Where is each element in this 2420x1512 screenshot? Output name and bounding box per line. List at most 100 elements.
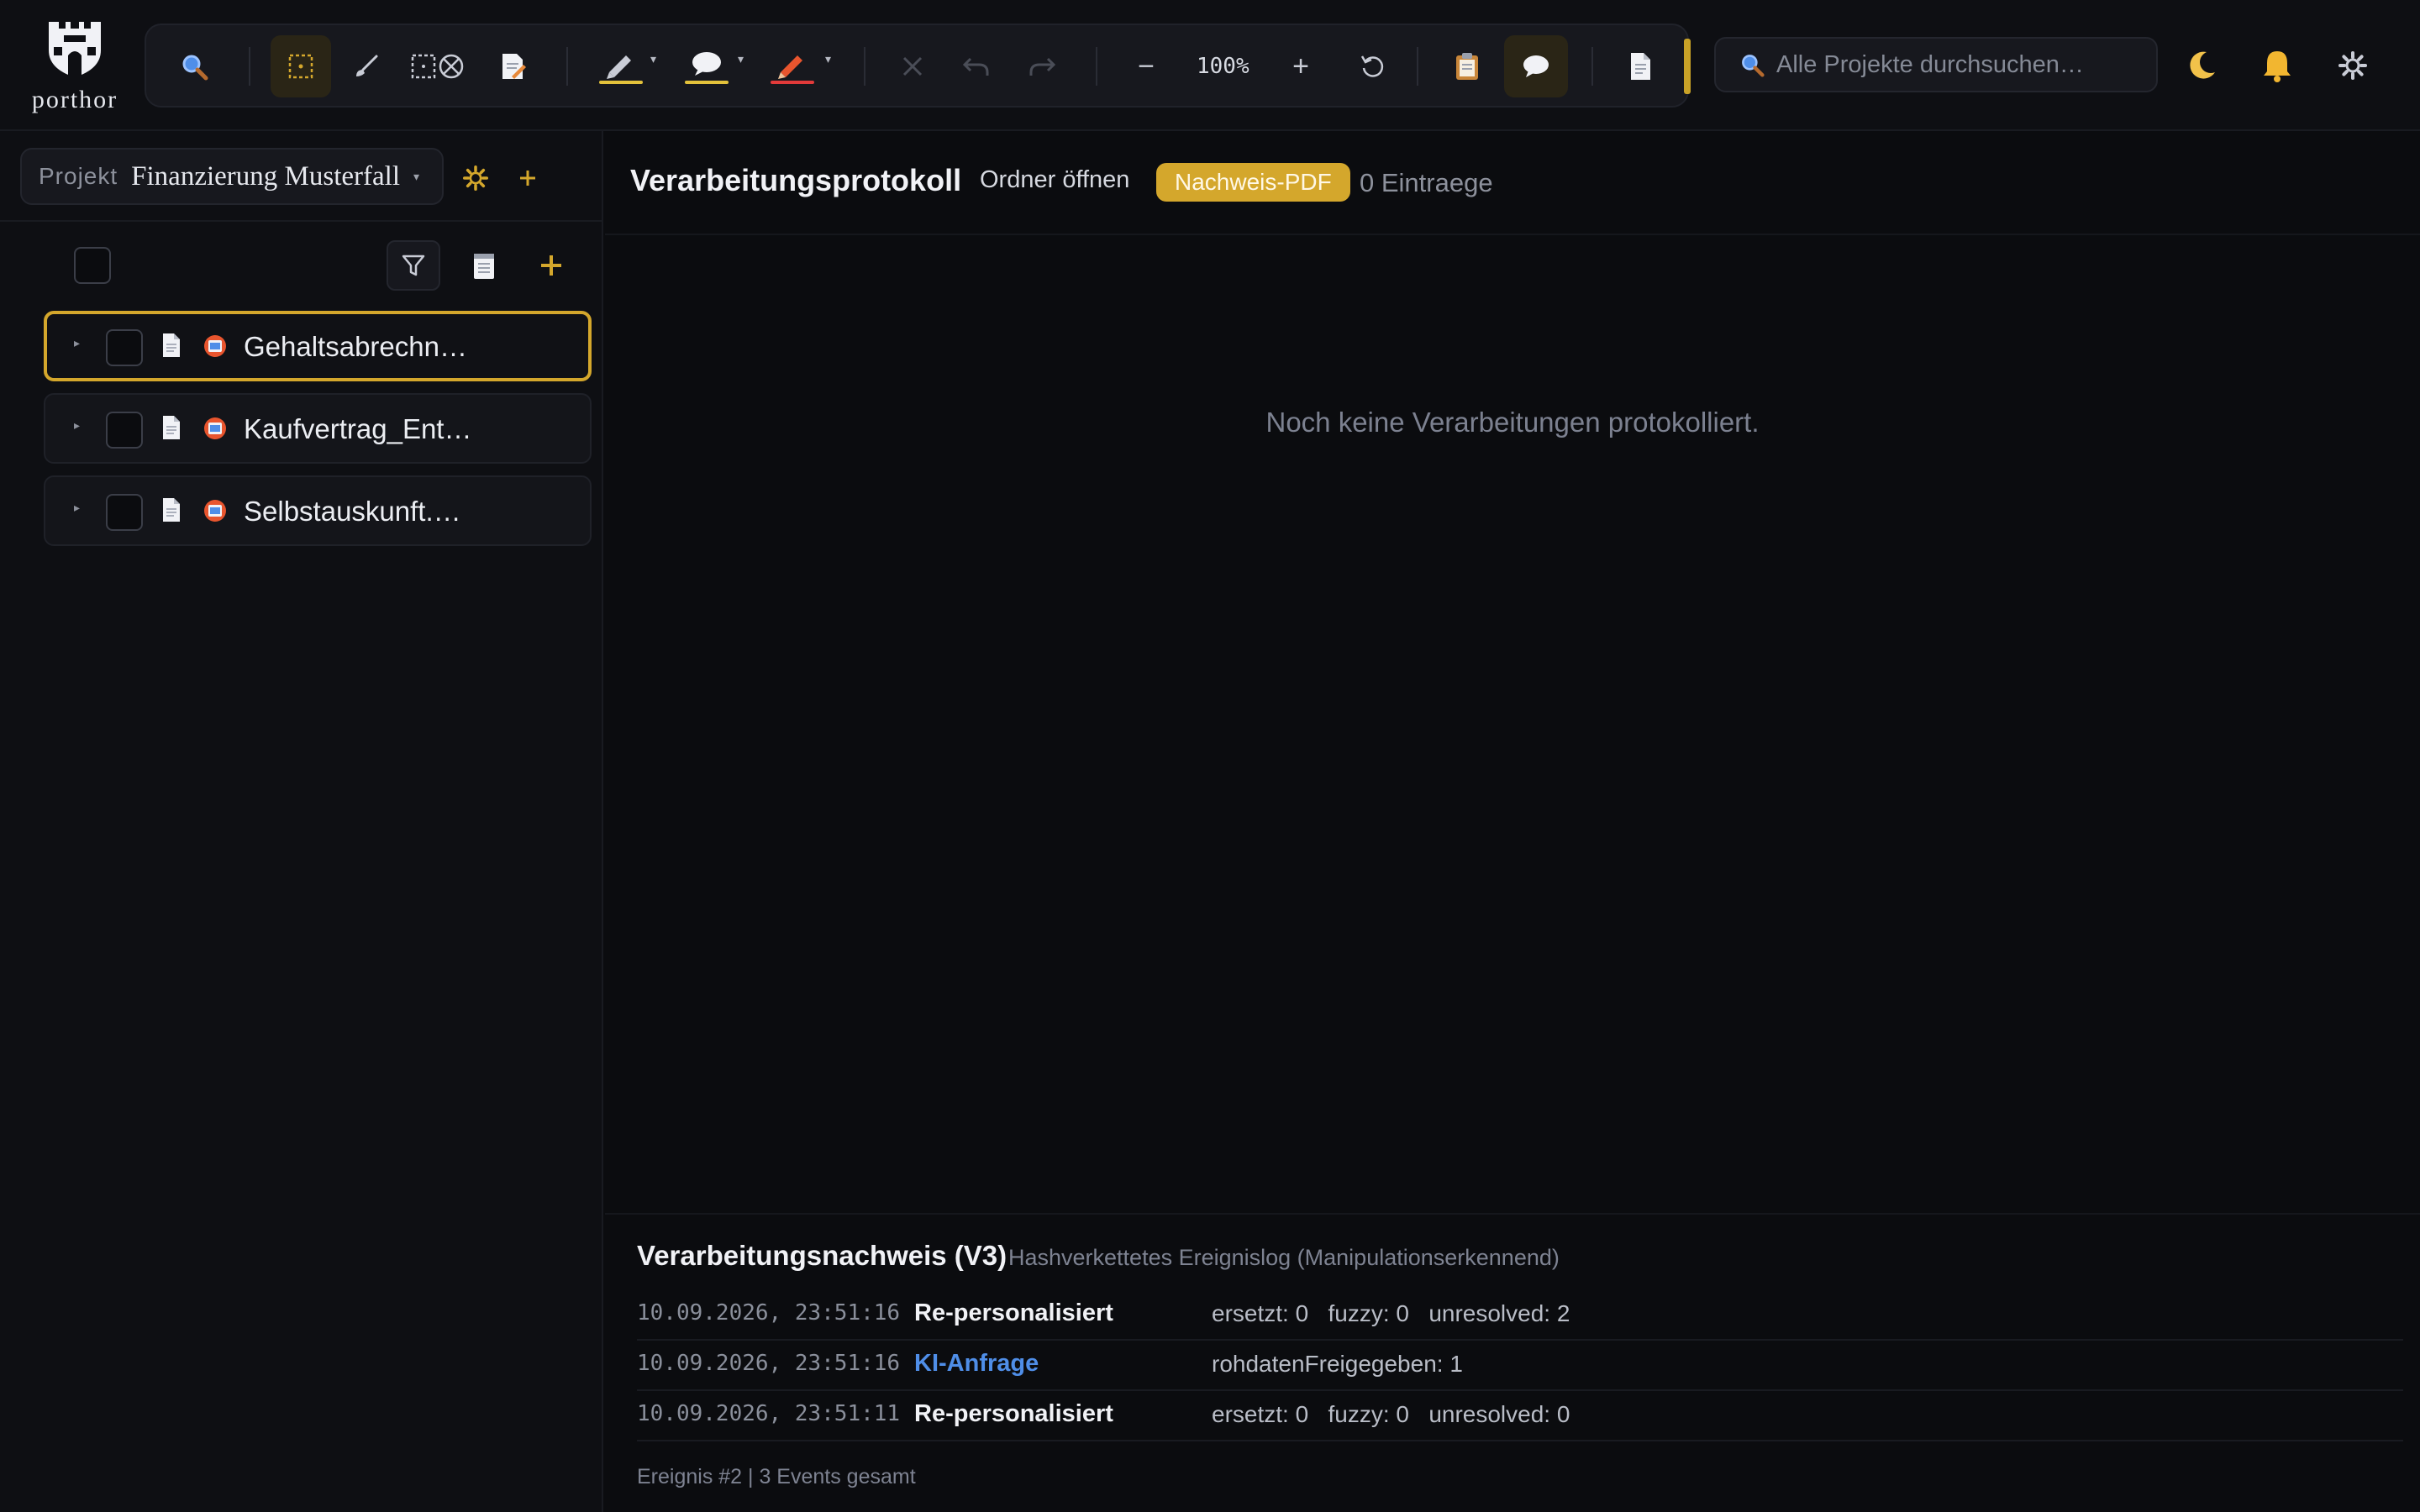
filter-button[interactable] — [387, 240, 440, 291]
notepad-icon — [474, 254, 494, 279]
highlighter-icon — [599, 55, 643, 84]
event-time: 10.09.2026, 23:51:16 — [637, 1351, 901, 1376]
processing-proof-panel: Verarbeitungsnachweis (V3) Hashverkettet… — [605, 1213, 2420, 1512]
add-project-button[interactable] — [511, 161, 544, 195]
plus-icon — [541, 255, 561, 276]
speech-bubble-icon — [685, 52, 729, 84]
undo-button[interactable] — [946, 35, 1007, 97]
expand-triangle-icon[interactable]: ▸ — [74, 501, 80, 515]
search-input[interactable] — [1776, 50, 2146, 79]
project-label: Projekt — [39, 163, 118, 189]
global-search[interactable] — [1714, 37, 2158, 92]
document-row[interactable]: ▸ Gehaltsabrechn… — [44, 311, 592, 381]
zoom-in-button[interactable]: + — [1276, 35, 1326, 97]
toolbar-separator — [1591, 47, 1593, 86]
pen-button[interactable] — [760, 35, 825, 97]
redact-area-button[interactable] — [403, 35, 474, 97]
comment-dropdown-icon[interactable]: ▾ — [738, 52, 744, 66]
event-type: KI-Anfrage — [914, 1350, 1039, 1377]
document-checkbox[interactable] — [106, 494, 143, 531]
sidebar-divider — [0, 220, 603, 222]
reset-view-button[interactable] — [1343, 35, 1403, 97]
gear-icon — [2338, 51, 2367, 80]
proof-pdf-button[interactable]: Nachweis-PDF — [1156, 163, 1350, 202]
project-selector[interactable]: Projekt Finanzierung Musterfall ▾ — [20, 148, 444, 205]
document-row[interactable]: ▸ Kaufvertrag_Ent… — [44, 393, 592, 464]
zoom-out-button[interactable]: − — [1121, 35, 1171, 97]
toolbar-scroll-indicator[interactable] — [1684, 39, 1691, 94]
close-icon — [902, 56, 923, 76]
redaction-status-icon — [204, 417, 226, 439]
add-document-button[interactable] — [531, 245, 571, 286]
toolbar-separator — [249, 47, 250, 86]
redaction-status-icon — [204, 500, 226, 522]
document-edit-icon — [502, 54, 526, 79]
settings-button[interactable] — [2333, 45, 2373, 86]
expand-triangle-icon[interactable]: ▸ — [74, 336, 80, 350]
event-row[interactable]: 10.09.2026, 23:51:16 Re-personalisiert e… — [637, 1290, 2403, 1341]
zoom-level: 100% — [1197, 54, 1249, 79]
pen-dropdown-icon[interactable]: ▾ — [825, 52, 831, 66]
empty-state-message: Noch keine Verarbeitungen protokolliert. — [1265, 407, 1760, 438]
brush-icon — [356, 55, 378, 76]
proof-title: Verarbeitungsnachweis (V3) — [637, 1240, 1007, 1271]
undo-icon — [962, 57, 989, 76]
event-detail: ersetzt: 0 fuzzy: 0 unresolved: 0 — [1212, 1401, 1570, 1427]
entry-count: 0 Eintraege — [1360, 168, 1493, 197]
proof-footer: Ereignis #2 | 3 Events gesamt — [637, 1465, 916, 1488]
main-panel: Verarbeitungsprotokoll Ordner öffnen Nac… — [605, 131, 2420, 1512]
edit-document-button[interactable] — [482, 35, 543, 97]
document-name: Gehaltsabrechn… — [244, 331, 467, 362]
brush-button[interactable] — [336, 35, 397, 97]
document-icon — [163, 498, 180, 522]
highlighter-dropdown-icon[interactable]: ▾ — [650, 52, 656, 66]
clipboard-button[interactable] — [1437, 35, 1497, 97]
select-box-icon — [288, 54, 313, 79]
proof-subtitle: Hashverkettetes Ereignislog (Manipulatio… — [1008, 1245, 1560, 1270]
project-settings-button[interactable] — [459, 161, 492, 195]
notifications-button[interactable] — [2257, 45, 2297, 86]
highlighter-button[interactable] — [588, 35, 654, 97]
filter-icon — [402, 255, 425, 276]
redaction-status-icon — [204, 335, 226, 357]
document-checkbox[interactable] — [106, 329, 143, 366]
clipboard-icon — [1456, 53, 1478, 80]
document-icon — [163, 333, 180, 357]
document-button[interactable] — [1610, 35, 1670, 97]
redact-box-icon — [411, 54, 464, 79]
document-icon — [1631, 53, 1650, 80]
event-type: Re-personalisiert — [914, 1299, 1113, 1326]
pen-icon — [771, 55, 814, 84]
delete-button[interactable] — [882, 35, 943, 97]
speech-bubble-icon — [1523, 55, 1549, 77]
event-row[interactable]: 10.09.2026, 23:51:16 KI-Anfrage rohdaten… — [637, 1341, 2403, 1391]
rotate-icon — [1360, 55, 1384, 77]
expand-triangle-icon[interactable]: ▸ — [74, 418, 80, 433]
comments-panel-button[interactable] — [1504, 35, 1568, 97]
find-button[interactable] — [163, 35, 225, 97]
event-detail: ersetzt: 0 fuzzy: 0 unresolved: 2 — [1212, 1300, 1570, 1326]
toolbar-separator — [1096, 47, 1097, 86]
document-icon — [163, 416, 180, 439]
toolbar-separator — [864, 47, 865, 86]
theme-toggle-button[interactable] — [2181, 45, 2222, 86]
notes-button[interactable] — [464, 245, 504, 286]
event-row[interactable]: 10.09.2026, 23:51:11 Re-personalisiert e… — [637, 1391, 2403, 1441]
select-all-checkbox[interactable] — [74, 247, 111, 284]
app-logo[interactable]: porthor — [25, 15, 124, 119]
logo-text: porthor — [31, 86, 118, 113]
toolbar-separator — [1417, 47, 1418, 86]
select-area-button[interactable] — [271, 35, 331, 97]
document-row[interactable]: ▸ Selbstauskunft.… — [44, 475, 592, 546]
event-type: Re-personalisiert — [914, 1400, 1113, 1427]
open-folder-button[interactable]: Ordner öffnen — [980, 166, 1129, 194]
document-checkbox[interactable] — [106, 412, 143, 449]
event-detail: rohdatenFreigegeben: 1 — [1212, 1351, 1463, 1377]
redo-button[interactable] — [1012, 35, 1072, 97]
comment-button[interactable] — [674, 35, 739, 97]
magnifier-icon — [182, 55, 208, 81]
gear-icon — [463, 165, 488, 191]
castle-logo-icon — [49, 22, 101, 77]
protocol-header: Verarbeitungsprotokoll Ordner öffnen Nac… — [605, 131, 2420, 235]
main-toolbar: ▾ ▾ ▾ − 100% + — [145, 24, 1691, 108]
